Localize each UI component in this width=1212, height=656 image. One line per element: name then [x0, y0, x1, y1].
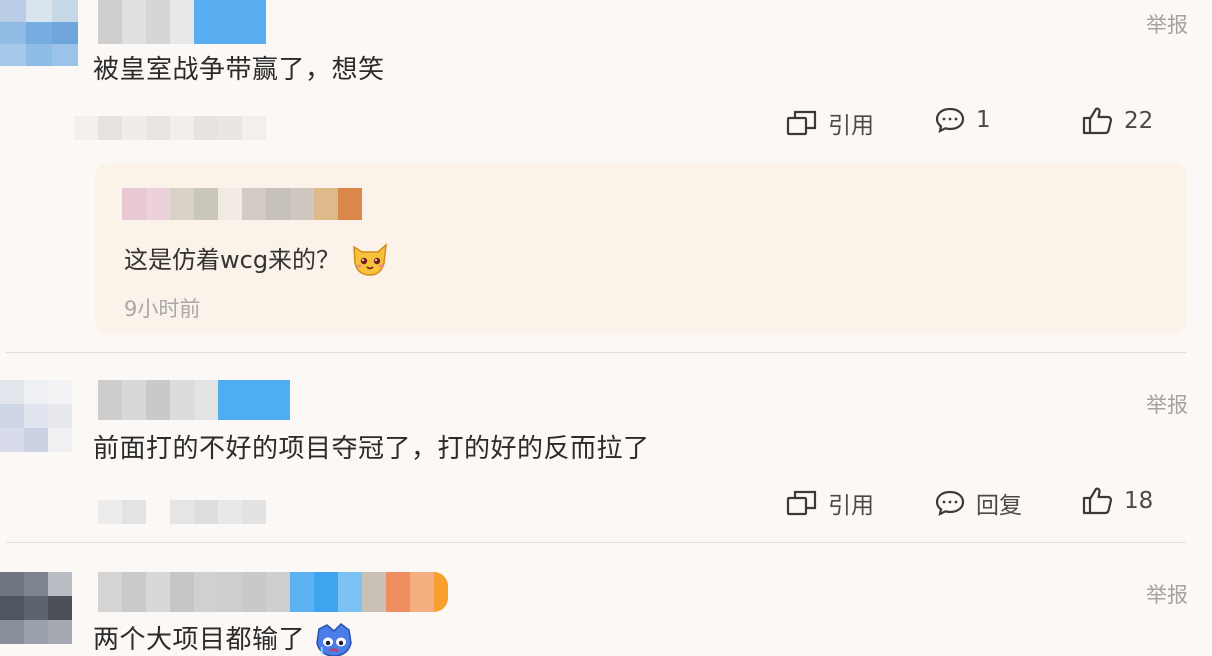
comment-text: 两个大项目都输了 — [93, 625, 306, 655]
comment-divider — [6, 352, 1186, 353]
quote-label: 引用 — [828, 113, 874, 139]
report-link[interactable]: 举报 — [1146, 9, 1188, 39]
report-link[interactable]: 举报 — [1146, 389, 1188, 419]
reply-count: 1 — [976, 107, 991, 133]
username-blurred[interactable] — [98, 380, 290, 420]
like-button[interactable]: 18 — [1082, 486, 1153, 516]
quote-button[interactable]: 引用 — [786, 486, 874, 520]
avatar-blurred[interactable] — [0, 380, 72, 452]
reply-button[interactable]: 回复 — [934, 486, 1022, 520]
comment-list: 举报 被皇室战争带赢了，想笑 引用 1 22 这是仿着wcg来的？ 9小时前 举… — [0, 0, 1212, 656]
comment-content: 两个大项目都输了 — [93, 619, 352, 656]
comment-actions: 引用 1 22 — [0, 106, 1212, 140]
comment-divider — [6, 542, 1186, 543]
like-button[interactable]: 22 — [1082, 106, 1153, 136]
quote-icon — [786, 490, 817, 516]
username-blurred[interactable] — [98, 0, 266, 44]
quote-label: 引用 — [828, 493, 874, 519]
like-count: 22 — [1124, 108, 1154, 134]
comment-actions: 引用 回复 18 — [0, 486, 1212, 520]
avatar-blurred[interactable] — [0, 0, 78, 66]
username-blurred[interactable] — [98, 572, 448, 612]
report-link[interactable]: 举报 — [1146, 579, 1188, 609]
reply-text: 这是仿着wcg来的？ — [124, 246, 341, 274]
reply-label: 回复 — [976, 493, 1022, 519]
quote-button[interactable]: 引用 — [786, 106, 874, 140]
reply-username-blurred[interactable] — [122, 188, 362, 220]
crying-emoji — [313, 621, 352, 656]
quote-icon — [786, 110, 817, 136]
comment-text: 前面打的不好的项目夺冠了，打的好的反而拉了 — [93, 434, 650, 464]
thumbs-up-icon — [1082, 487, 1113, 515]
reply-content: 这是仿着wcg来的？ — [124, 240, 388, 276]
comment-text: 被皇室战争带赢了，想笑 — [93, 55, 385, 85]
avatar-blurred[interactable] — [0, 572, 72, 644]
speech-bubble-icon — [935, 107, 965, 133]
thumbs-up-icon — [1082, 107, 1113, 135]
cat-emoji — [350, 241, 388, 276]
speech-bubble-icon — [935, 490, 965, 516]
like-count: 18 — [1124, 488, 1154, 514]
reply-button[interactable]: 1 — [934, 106, 991, 134]
reply-timestamp: 9小时前 — [124, 297, 201, 321]
